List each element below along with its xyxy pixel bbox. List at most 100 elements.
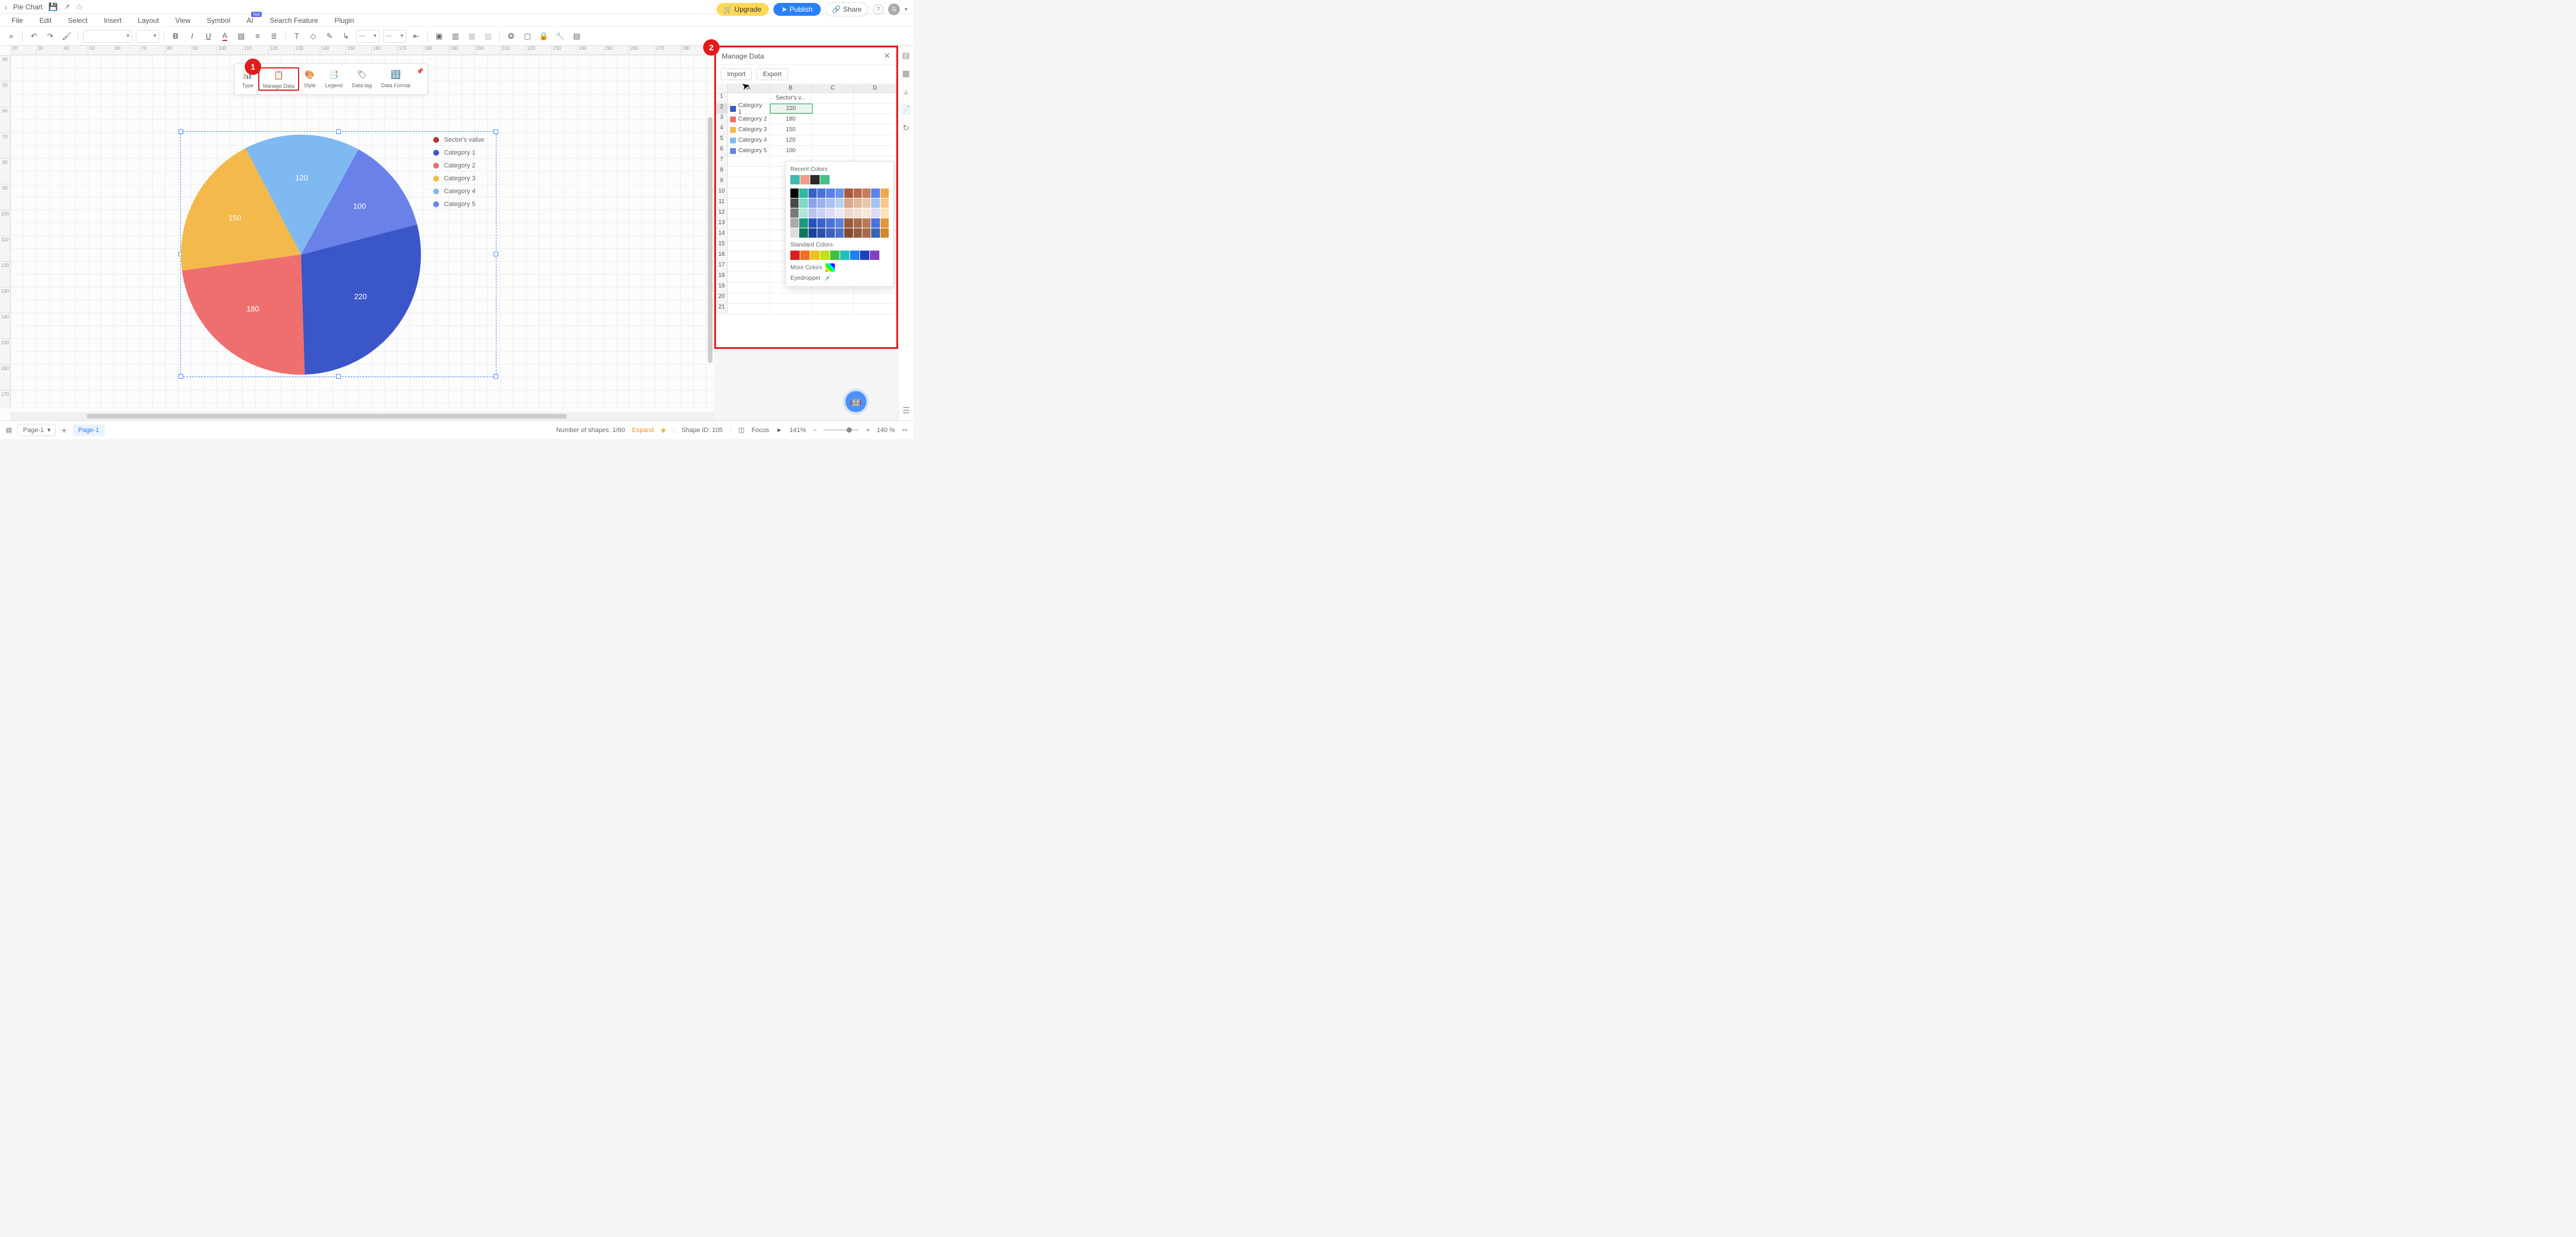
expand-panel-icon[interactable]: » — [5, 30, 18, 43]
scrollbar-thumb[interactable] — [87, 414, 567, 419]
cell-empty[interactable] — [813, 104, 855, 114]
cell-category[interactable]: Category 1 — [728, 104, 770, 114]
data-row[interactable]: 5Category 4120 — [716, 135, 896, 146]
color-swatch[interactable] — [799, 208, 807, 218]
cell-category[interactable]: Category 4 — [728, 135, 770, 145]
data-row[interactable]: 6Category 5100 — [716, 146, 896, 156]
add-page-icon[interactable]: + — [61, 426, 66, 435]
color-swatch[interactable] — [840, 251, 849, 260]
cell-value[interactable]: 100 — [770, 146, 812, 156]
color-swatch[interactable] — [835, 218, 844, 228]
color-swatch[interactable] — [854, 198, 862, 208]
color-swatch[interactable] — [790, 208, 799, 218]
color-swatch[interactable] — [871, 189, 879, 198]
color-swatch[interactable] — [854, 218, 862, 228]
bold-icon[interactable]: B — [169, 30, 182, 43]
color-swatch[interactable] — [854, 189, 862, 198]
color-swatch[interactable] — [790, 175, 800, 184]
color-swatch[interactable] — [854, 228, 862, 238]
resize-handle-tr[interactable] — [494, 129, 498, 134]
menu-search-feature[interactable]: Search Feature — [270, 16, 318, 25]
zoom-out-icon[interactable]: − — [813, 427, 817, 434]
color-swatch[interactable] — [871, 198, 879, 208]
more-icon[interactable]: ▤ — [570, 30, 583, 43]
color-swatch[interactable] — [820, 175, 830, 184]
category-color-swatch[interactable] — [730, 116, 736, 122]
page-tab-1[interactable]: Page-1 — [73, 424, 105, 436]
color-swatch[interactable] — [820, 251, 830, 260]
color-swatch[interactable] — [881, 198, 889, 208]
pin-icon[interactable]: 📌 — [415, 67, 424, 76]
color-swatch[interactable] — [862, 208, 871, 218]
cell-value[interactable]: 120 — [770, 135, 812, 145]
color-swatch[interactable] — [800, 175, 810, 184]
diamond-icon[interactable]: ◆ — [661, 426, 666, 434]
color-swatch[interactable] — [817, 208, 825, 218]
indent-icon[interactable]: ≣ — [268, 30, 280, 43]
back-chevron-icon[interactable]: ‹ — [5, 2, 8, 12]
color-swatch[interactable] — [809, 228, 817, 238]
page-selector[interactable]: Page-1▾ — [18, 424, 56, 436]
star-icon[interactable]: ☆ — [76, 2, 83, 12]
shape-fill-icon[interactable]: ◇ — [307, 30, 320, 43]
pie-chart[interactable]: 220100120150180 — [181, 132, 427, 378]
color-swatch[interactable] — [817, 218, 825, 228]
color-swatch[interactable] — [854, 208, 862, 218]
canvas-area[interactable]: 2030405060708090100110120130140150160170… — [0, 46, 714, 420]
color-swatch[interactable] — [826, 208, 834, 218]
layer-back-icon[interactable]: ▥ — [449, 30, 462, 43]
zoom-pct[interactable]: 141% — [790, 427, 806, 434]
color-swatch[interactable] — [881, 189, 889, 198]
color-swatch[interactable] — [870, 251, 879, 260]
data-row[interactable]: 4Category 3150 — [716, 125, 896, 135]
color-swatch[interactable] — [826, 189, 834, 198]
pages-list-icon[interactable]: ▤ — [6, 426, 12, 434]
color-swatch[interactable] — [799, 228, 807, 238]
layers-icon[interactable]: ◫ — [738, 426, 744, 434]
data-row[interactable]: 2Category 1220 — [716, 104, 896, 114]
color-swatch[interactable] — [844, 208, 852, 218]
color-swatch[interactable] — [800, 251, 810, 260]
cell-category[interactable]: Category 3 — [728, 125, 770, 135]
color-swatch[interactable] — [835, 208, 844, 218]
cell-value[interactable]: 150 — [770, 125, 812, 135]
color-swatch[interactable] — [835, 189, 844, 198]
col-header-b[interactable]: B — [770, 84, 812, 92]
arrow-start-icon[interactable]: ⇤ — [410, 30, 423, 43]
color-swatch[interactable] — [862, 189, 871, 198]
color-swatch[interactable] — [871, 228, 879, 238]
zoom-slider[interactable] — [824, 429, 859, 431]
cell-empty[interactable] — [812, 125, 854, 135]
color-swatch[interactable] — [881, 228, 889, 238]
cell-empty[interactable] — [854, 146, 896, 156]
cell-empty[interactable] — [812, 114, 854, 124]
share-export-icon[interactable]: ↗ — [64, 2, 70, 12]
cell-empty[interactable] — [854, 125, 896, 135]
color-swatch[interactable] — [826, 198, 834, 208]
import-button[interactable]: Import — [721, 68, 752, 80]
group-icon[interactable]: ▦ — [465, 30, 478, 43]
crop-icon[interactable]: ▢ — [521, 30, 534, 43]
chart-tool-data-tag[interactable]: 🏷Data tag — [347, 67, 376, 91]
grid-header-cell[interactable]: Sector's v... — [770, 93, 812, 103]
chat-help-button[interactable]: 🤖 — [845, 391, 866, 412]
cell-value[interactable]: 180 — [770, 114, 812, 124]
underline-icon[interactable]: U — [202, 30, 215, 43]
color-swatch[interactable] — [799, 189, 807, 198]
cell-category[interactable]: Category 5 — [728, 146, 770, 156]
panel-close-icon[interactable]: ✕ — [883, 51, 890, 61]
menu-plugin[interactable]: Plugin — [334, 16, 354, 25]
resize-handle-mr[interactable] — [494, 252, 498, 256]
color-swatch[interactable] — [871, 208, 879, 218]
menu-layout[interactable]: Layout — [138, 16, 159, 25]
mini-menu-icon[interactable]: ☰ — [902, 406, 910, 416]
redo-icon[interactable]: ↷ — [44, 30, 57, 43]
menu-symbol[interactable]: Symbol — [207, 16, 230, 25]
highlight-icon[interactable]: ▧ — [235, 30, 248, 43]
menu-file[interactable]: File — [12, 16, 23, 25]
color-swatch[interactable] — [810, 175, 820, 184]
menu-edit[interactable]: Edit — [39, 16, 52, 25]
tools-icon[interactable]: 🔧 — [554, 30, 567, 43]
publish-button[interactable]: ➤Publish — [773, 3, 821, 16]
rail-history-icon[interactable]: ↻ — [903, 123, 910, 133]
